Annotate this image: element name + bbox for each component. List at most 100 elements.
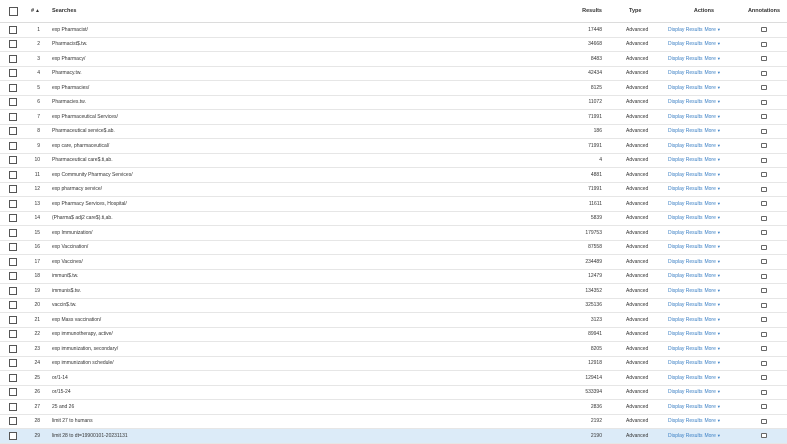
more-menu-link[interactable]: More xyxy=(704,259,715,265)
table-row[interactable]: 4 Pharmacy.tw. 42434 Advanced Display Re… xyxy=(0,66,787,81)
annotation-icon[interactable] xyxy=(761,172,767,178)
more-menu-link[interactable]: More xyxy=(704,375,715,381)
table-row[interactable]: 12 exp pharmacy service/ 71991 Advanced … xyxy=(0,182,787,197)
table-row[interactable]: 13 exp Pharmacy Services, Hospital/ 1161… xyxy=(0,197,787,212)
annotation-icon[interactable] xyxy=(761,27,767,33)
annotation-icon[interactable] xyxy=(761,157,767,163)
table-row[interactable]: 26 or/15-24 533394 Advanced Display Resu… xyxy=(0,385,787,400)
more-menu-link[interactable]: More xyxy=(704,27,715,33)
more-menu-link[interactable]: More xyxy=(704,128,715,134)
row-select-checkbox[interactable] xyxy=(9,373,17,382)
more-menu-link[interactable]: More xyxy=(704,215,715,221)
display-results-link[interactable]: Display Results xyxy=(668,259,702,265)
annotation-icon[interactable] xyxy=(761,302,767,308)
annotation-icon[interactable] xyxy=(761,85,767,91)
num-column-header[interactable]: #▲ xyxy=(26,8,42,14)
display-results-link[interactable]: Display Results xyxy=(668,418,702,424)
row-select-checkbox[interactable] xyxy=(9,257,17,266)
row-select-checkbox[interactable] xyxy=(9,301,17,310)
row-select-checkbox[interactable] xyxy=(9,344,17,353)
annotation-icon[interactable] xyxy=(761,114,767,120)
annotation-icon[interactable] xyxy=(761,41,767,47)
table-row[interactable]: 27 25 and 26 2836 Advanced Display Resul… xyxy=(0,400,787,415)
table-row[interactable]: 6 Pharmacies.tw. 11072 Advanced Display … xyxy=(0,95,787,110)
table-row[interactable]: 5 exp Pharmacies/ 8125 Advanced Display … xyxy=(0,81,787,96)
table-row[interactable]: 14 (Pharma$ adj2 care$).ti,ab. 5839 Adva… xyxy=(0,211,787,226)
row-select-checkbox[interactable] xyxy=(9,243,17,252)
table-row[interactable]: 11 exp Community Pharmacy Services/ 4881… xyxy=(0,168,787,183)
row-select-checkbox[interactable] xyxy=(9,170,17,179)
display-results-link[interactable]: Display Results xyxy=(668,302,702,308)
row-select-checkbox[interactable] xyxy=(9,315,17,324)
annotation-icon[interactable] xyxy=(761,288,767,294)
row-select-checkbox[interactable] xyxy=(9,388,17,397)
annotation-icon[interactable] xyxy=(761,404,767,410)
display-results-link[interactable]: Display Results xyxy=(668,41,702,47)
annotation-icon[interactable] xyxy=(761,186,767,192)
annotation-icon[interactable] xyxy=(761,433,767,439)
more-menu-link[interactable]: More xyxy=(704,70,715,76)
annotation-icon[interactable] xyxy=(761,56,767,62)
annotation-icon[interactable] xyxy=(761,375,767,381)
more-menu-link[interactable]: More xyxy=(704,433,715,439)
display-results-link[interactable]: Display Results xyxy=(668,56,702,62)
table-row[interactable]: 28 limit 27 to humans 2192 Advanced Disp… xyxy=(0,414,787,429)
row-select-checkbox[interactable] xyxy=(9,141,17,150)
table-row[interactable]: 9 exp care, pharmaceutical/ 71991 Advanc… xyxy=(0,139,787,154)
row-select-checkbox[interactable] xyxy=(9,199,17,208)
display-results-link[interactable]: Display Results xyxy=(668,433,702,439)
display-results-link[interactable]: Display Results xyxy=(668,201,702,207)
table-row[interactable]: 7 exp Pharmaceutical Services/ 71991 Adv… xyxy=(0,110,787,125)
table-row[interactable]: 22 exp immunotherapy, active/ 89941 Adva… xyxy=(0,327,787,342)
display-results-link[interactable]: Display Results xyxy=(668,389,702,395)
table-row[interactable]: 21 exp Mass vaccination/ 3123 Advanced D… xyxy=(0,313,787,328)
row-select-checkbox[interactable] xyxy=(9,272,17,281)
table-row[interactable]: 19 immunis$.tw. 134352 Advanced Display … xyxy=(0,284,787,299)
annotation-icon[interactable] xyxy=(761,128,767,134)
more-menu-link[interactable]: More xyxy=(704,360,715,366)
select-all-checkbox[interactable] xyxy=(8,6,18,16)
row-select-checkbox[interactable] xyxy=(9,431,17,440)
more-menu-link[interactable]: More xyxy=(704,418,715,424)
more-menu-link[interactable]: More xyxy=(704,346,715,352)
display-results-link[interactable]: Display Results xyxy=(668,172,702,178)
annotation-icon[interactable] xyxy=(761,230,767,236)
display-results-link[interactable]: Display Results xyxy=(668,288,702,294)
display-results-link[interactable]: Display Results xyxy=(668,114,702,120)
table-row[interactable]: 15 exp Immunization/ 179753 Advanced Dis… xyxy=(0,226,787,241)
table-row[interactable]: 29 limit 28 to dt=19900101-20231131 2190… xyxy=(0,429,787,444)
table-row[interactable]: 24 exp immunization schedule/ 12918 Adva… xyxy=(0,356,787,371)
annotation-icon[interactable] xyxy=(761,215,767,221)
more-menu-link[interactable]: More xyxy=(704,114,715,120)
annotation-icon[interactable] xyxy=(761,418,767,424)
display-results-link[interactable]: Display Results xyxy=(668,244,702,250)
display-results-link[interactable]: Display Results xyxy=(668,273,702,279)
annotation-icon[interactable] xyxy=(761,389,767,395)
table-row[interactable]: 18 immuni$.tw. 12479 Advanced Display Re… xyxy=(0,269,787,284)
more-menu-link[interactable]: More xyxy=(704,302,715,308)
row-select-checkbox[interactable] xyxy=(9,402,17,411)
table-row[interactable]: 3 exp Pharmacy/ 8483 Advanced Display Re… xyxy=(0,52,787,67)
display-results-link[interactable]: Display Results xyxy=(668,346,702,352)
table-row[interactable]: 2 Pharmacist$.tw. 34668 Advanced Display… xyxy=(0,37,787,52)
row-select-checkbox[interactable] xyxy=(9,330,17,339)
table-row[interactable]: 17 exp Vaccines/ 234489 Advanced Display… xyxy=(0,255,787,270)
table-row[interactable]: 8 Pharmaceutical service$.ab. 186 Advanc… xyxy=(0,124,787,139)
display-results-link[interactable]: Display Results xyxy=(668,186,702,192)
display-results-link[interactable]: Display Results xyxy=(668,404,702,410)
display-results-link[interactable]: Display Results xyxy=(668,230,702,236)
row-select-checkbox[interactable] xyxy=(9,40,17,49)
annotation-icon[interactable] xyxy=(761,70,767,76)
row-select-checkbox[interactable] xyxy=(9,25,17,34)
table-row[interactable]: 10 Pharmaceutical care$.ti,ab. 4 Advance… xyxy=(0,153,787,168)
display-results-link[interactable]: Display Results xyxy=(668,157,702,163)
row-select-checkbox[interactable] xyxy=(9,98,17,107)
row-select-checkbox[interactable] xyxy=(9,214,17,223)
annotation-icon[interactable] xyxy=(761,259,767,265)
display-results-link[interactable]: Display Results xyxy=(668,143,702,149)
row-select-checkbox[interactable] xyxy=(9,83,17,92)
annotation-icon[interactable] xyxy=(761,317,767,323)
display-results-link[interactable]: Display Results xyxy=(668,360,702,366)
more-menu-link[interactable]: More xyxy=(704,404,715,410)
row-select-checkbox[interactable] xyxy=(9,286,17,295)
